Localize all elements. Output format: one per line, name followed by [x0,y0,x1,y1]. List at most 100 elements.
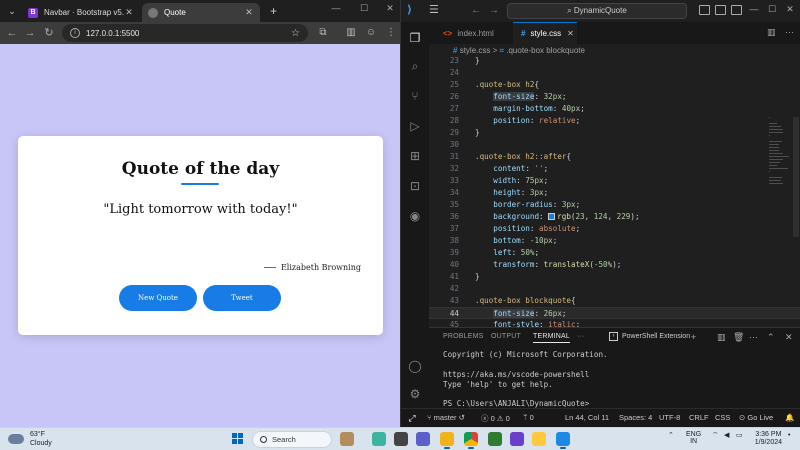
manage-gear-icon[interactable]: ⚙ [407,386,423,402]
command-center-search[interactable]: ⌕ DynamicQuote [507,3,687,19]
address-bar[interactable]: i 127.0.0.1:5500 ☆ [62,24,308,42]
close-tab-icon[interactable]: ✕ [244,7,254,18]
search-highlights-icon[interactable] [340,432,354,446]
extensions-icon[interactable]: ⊞ [407,148,423,164]
browser-tab-bootstrap[interactable]: B Navbar · Bootstrap v5.3 ✕ [22,3,140,22]
search-icon[interactable]: ⌕ [407,58,423,74]
close-panel-icon[interactable]: ✕ [785,332,793,343]
site-info-icon[interactable]: i [70,28,80,38]
vscode-taskbar-icon[interactable] [556,432,570,449]
code-line[interactable]: 32 content: ''; [429,163,800,175]
accounts-icon[interactable]: ◯ [407,358,423,374]
split-terminal-icon[interactable]: ▥ [717,332,726,343]
tab-output[interactable]: OUTPUT [491,333,521,340]
panel-more-icon[interactable]: ··· [577,333,585,340]
go-live-button[interactable]: ⊙ Go Live [739,413,773,422]
branch-status[interactable]: ⑂ master ↺ [427,413,465,422]
wifi-icon[interactable]: ⌔ [712,432,719,439]
remote-indicator-icon[interactable]: ⤢ [401,409,423,428]
chrome-icon[interactable] [464,432,478,449]
breadcrumb-symbol[interactable]: .quote-box blockquote [506,46,585,55]
run-debug-icon[interactable]: ▷ [407,118,423,134]
code-line[interactable]: 28 position: relative; [429,115,800,127]
new-quote-button[interactable]: New Quote [119,285,197,311]
more-menu-icon[interactable]: ⋮ [384,26,398,40]
split-editor-icon[interactable]: ▥ [767,27,776,38]
more-actions-icon[interactable]: ··· [785,27,794,37]
problems-status[interactable]: ⓧ 0 ⚠ 0 [481,413,510,424]
code-line[interactable]: 38 bottom: -10px; [429,235,800,247]
system-clock[interactable]: 3:36 PM 1/9/2024 [755,431,782,447]
battery-icon[interactable]: ▭ [736,432,743,439]
file-explorer-icon[interactable] [440,432,454,449]
code-line[interactable]: 45 font-style: italic; [429,319,800,327]
forward-icon[interactable]: → [23,26,37,40]
code-line[interactable]: 43 .quote-box blockquote{ [429,295,800,307]
notification-bell-icon[interactable]: • [788,432,790,439]
code-line[interactable]: 26 font-size: 32px; [429,91,800,103]
code-line[interactable]: 34 height: 3px; [429,187,800,199]
tab-terminal[interactable]: TERMINAL [533,333,570,343]
terminal-shell-selector[interactable]: › PowerShell Extension [609,332,690,341]
profile-icon[interactable]: ☺ [364,26,378,40]
code-line[interactable]: 30 [429,139,800,151]
code-line[interactable]: 31 .quote-box h2::after{ [429,151,800,163]
minimize-icon[interactable]: — [747,4,761,14]
sidebar-icon[interactable]: ▥ [344,26,358,40]
eol-status[interactable]: CRLF [689,413,709,422]
reload-icon[interactable]: ↻ [42,26,56,40]
code-line[interactable]: 33 width: 75px; [429,175,800,187]
code-editor[interactable]: 45 font-style: italic; 44 font-size: 26px… [429,57,800,327]
minimap[interactable] [769,117,791,187]
toggle-secondary-sidebar-icon[interactable] [731,5,742,15]
language-indicator[interactable]: ENG IN [686,431,701,445]
close-window-icon[interactable]: ✕ [783,4,797,15]
extensions-icon[interactable]: ⧉ [316,26,330,40]
toggle-panel-icon[interactable] [715,5,726,15]
code-line[interactable]: 25 .quote-box h2{ [429,79,800,91]
notifications-icon[interactable]: 🔔 [785,413,794,422]
teams-icon[interactable] [416,432,430,446]
code-line[interactable]: 37 position: absolute; [429,223,800,235]
encoding-status[interactable]: UTF-8 [659,413,680,422]
go-back-icon[interactable]: ← [471,4,481,17]
indentation-status[interactable]: Spaces: 4 [619,413,652,422]
menu-hamburger-icon[interactable]: ☰ [429,4,439,17]
maximize-panel-icon[interactable]: ⌃ [767,332,775,343]
folder-icon[interactable] [532,432,546,446]
code-line[interactable]: 41} [429,271,800,283]
minimize-icon[interactable]: — [328,3,344,13]
editor-scrollbar[interactable] [793,117,799,237]
code-line[interactable]: 24 [429,67,800,79]
close-tab-icon[interactable]: ✕ [567,29,574,38]
new-tab-icon[interactable]: + [270,4,277,18]
windows-start-icon[interactable] [232,433,244,445]
new-terminal-icon[interactable]: + [691,332,696,342]
task-view-icon[interactable] [394,432,408,446]
source-control-icon[interactable]: ⑂ [407,88,423,104]
terminal-prompt[interactable]: PS C:\Users\ANJALI\DynamicQuote> [443,399,589,408]
visual-studio-icon[interactable] [510,432,524,446]
maximize-icon[interactable]: ☐ [765,4,779,15]
code-line[interactable]: 42 [429,283,800,295]
code-line[interactable]: 35 border-radius: 3px; [429,199,800,211]
weather-widget[interactable]: 63°F Cloudy [8,430,52,448]
panel-more-actions-icon[interactable]: ··· [749,332,758,342]
language-mode[interactable]: CSS [715,413,730,422]
code-line[interactable]: 44 font-size: 26px; [429,307,800,319]
code-line[interactable]: 23} [429,57,800,67]
close-tab-icon[interactable]: ✕ [124,7,134,18]
ports-status[interactable]: ᛘ 0 [523,413,534,422]
maximize-icon[interactable]: ☐ [356,3,372,14]
tab-search-icon[interactable]: ⌄ [5,4,19,18]
cursor-position[interactable]: Ln 44, Col 11 [565,413,609,422]
close-window-icon[interactable]: ✕ [382,3,398,14]
code-line[interactable]: 39 left: 50%; [429,247,800,259]
volume-icon[interactable]: ◀ [724,432,729,439]
tray-overflow-icon[interactable]: ⌃ [668,432,674,439]
remote-explorer-icon[interactable]: ⊡ [407,178,423,194]
excel-icon[interactable] [488,432,502,446]
edge-devtools-icon[interactable]: ◉ [407,208,423,224]
tab-style-css[interactable]: # style.css ✕ [513,22,577,44]
back-icon[interactable]: ← [5,26,19,40]
